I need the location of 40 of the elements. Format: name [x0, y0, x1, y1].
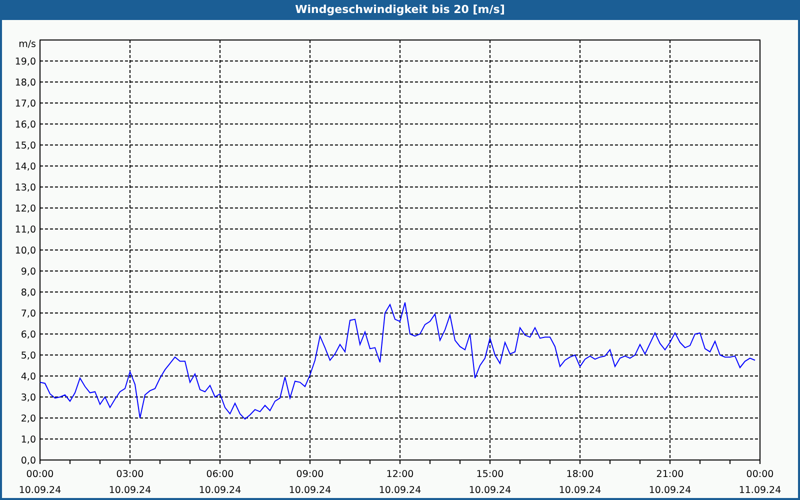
x-tick-label: 06:00 — [206, 469, 234, 480]
y-tick-label: 4,0 — [20, 372, 36, 382]
y-tick-label: 10,0 — [14, 246, 36, 256]
y-tick-label: 1,0 — [20, 434, 36, 446]
y-tick-label: 2,0 — [20, 414, 36, 424]
y-tick-label: 5,0 — [20, 350, 36, 362]
x-date-label: 10.09.24 — [288, 485, 332, 496]
y-tick-label: 18,0 — [14, 78, 36, 88]
y-tick-label: 3,0 — [20, 392, 36, 404]
x-date-label: 10.09.24 — [648, 485, 692, 496]
y-tick-label: 16,0 — [14, 120, 36, 130]
x-date-label: 10.09.24 — [108, 485, 152, 496]
y-tick-label: 8,0 — [20, 288, 36, 298]
y-tick-label: 0,0 — [20, 456, 36, 466]
y-tick-label: 11,0 — [14, 224, 36, 236]
x-tick-label: 00:00 — [746, 469, 774, 480]
y-tick-label: 6,0 — [20, 330, 36, 340]
x-tick-label: 12:00 — [386, 469, 414, 480]
y-axis-unit: m/s — [18, 39, 36, 50]
x-date-label: 11.09.24 — [738, 485, 782, 496]
x-date-label: 10.09.24 — [18, 485, 62, 496]
x-date-label: 10.09.24 — [468, 485, 512, 496]
y-tick-label: 19,0 — [14, 56, 36, 68]
y-tick-label: 9,0 — [20, 266, 36, 278]
chart-title: Windgeschwindigkeit bis 20 [m/s] — [295, 2, 505, 18]
x-tick-label: 00:00 — [26, 469, 54, 480]
y-tick-label: 17,0 — [14, 98, 36, 110]
x-tick-label: 09:00 — [296, 469, 324, 480]
y-tick-label: 12,0 — [14, 204, 36, 214]
y-tick-label: 15,0 — [14, 140, 36, 152]
x-date-label: 10.09.24 — [198, 485, 242, 496]
x-tick-label: 03:00 — [116, 469, 144, 480]
x-date-label: 10.09.24 — [378, 485, 422, 496]
x-tick-label: 18:00 — [566, 469, 594, 480]
x-date-label: 10.09.24 — [558, 485, 602, 496]
x-tick-label: 21:00 — [656, 469, 684, 480]
y-tick-label: 7,0 — [20, 308, 36, 320]
y-tick-label: 13,0 — [14, 182, 36, 194]
x-tick-label: 15:00 — [476, 469, 504, 480]
y-tick-label: 14,0 — [14, 162, 36, 172]
